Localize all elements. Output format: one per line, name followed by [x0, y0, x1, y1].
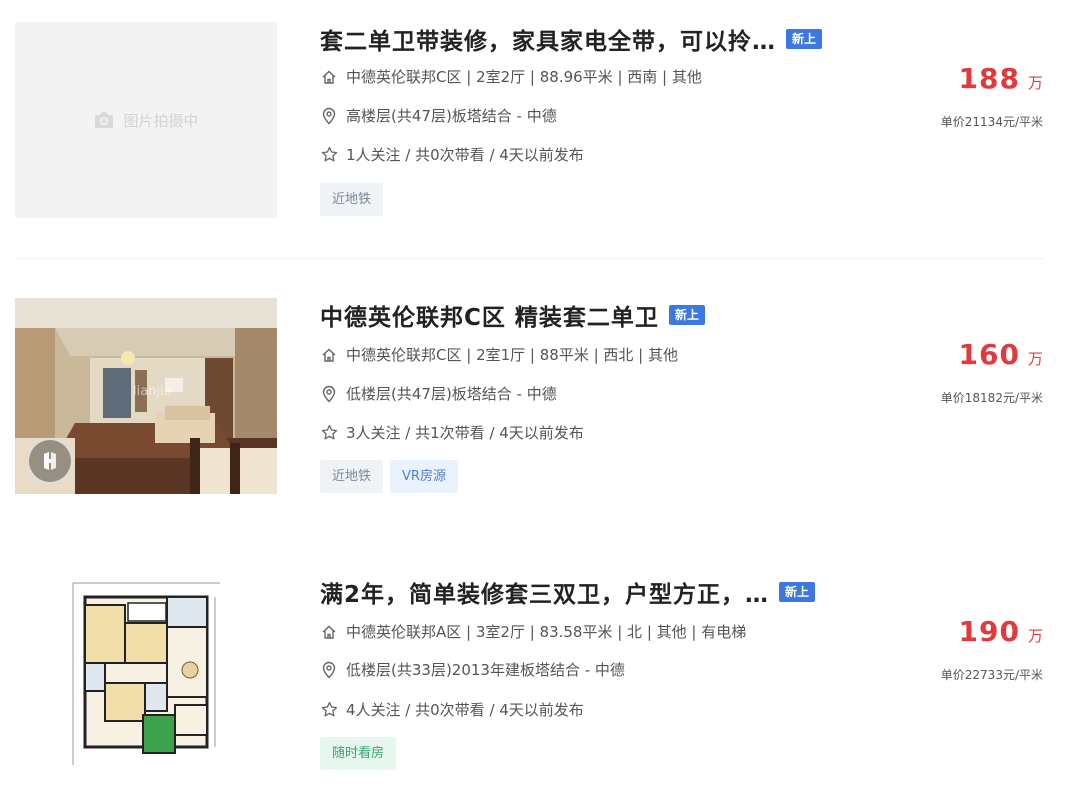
- listing-title[interactable]: 满2年，简单装修套三双卫，户型方正，…: [320, 575, 769, 609]
- follow-info: 3人关注 / 共1次带看 / 4天以前发布: [320, 422, 584, 443]
- tag-near-subway: 近地铁: [320, 183, 384, 216]
- floor-info-text: 低楼层(共47层)板塔结合 - 中德: [346, 385, 557, 403]
- price-value: 188: [958, 62, 1020, 95]
- new-badge: 新上: [779, 582, 816, 602]
- floor-info: 高楼层(共47层)板塔结合 - 中德: [320, 105, 557, 126]
- new-badge: 新上: [668, 305, 705, 325]
- listing-title[interactable]: 套二单卫带装修，家具家电全带，可以拎…: [320, 22, 776, 56]
- tag-vr-listing: VR房源: [390, 460, 458, 493]
- divider: [15, 258, 1043, 259]
- total-price: 160 万: [959, 338, 1043, 371]
- unit-price: 单价22733元/平米: [940, 668, 1043, 682]
- house-info-text[interactable]: 中德英伦联邦A区 | 3室2厅 | 83.58平米 | 北 | 其他 | 有电梯: [346, 621, 746, 642]
- tag-near-subway: 近地铁: [320, 460, 384, 493]
- listing-thumbnail[interactable]: 图片拍摄中: [15, 22, 277, 218]
- star-icon: [320, 701, 338, 719]
- house-info-text[interactable]: 中德英伦联邦C区 | 2室2厅 | 88.96平米 | 西南 | 其他: [346, 66, 702, 87]
- price-unit: 万: [1027, 627, 1043, 645]
- unit-price: 单价21134元/平米: [940, 115, 1043, 129]
- house-icon: [320, 346, 338, 364]
- follow-info-text: 1人关注 / 共0次带看 / 4天以前发布: [346, 146, 584, 164]
- tag-list: 近地铁: [320, 183, 390, 216]
- house-info-text[interactable]: 中德英伦联邦C区 | 2室1厅 | 88平米 | 西北 | 其他: [346, 344, 678, 365]
- listing-card[interactable]: 满2年，简单装修套三双卫，户型方正，… 新上 中德英伦联邦A区 | 3室2厅 |…: [0, 575, 1080, 775]
- tag-list: 近地铁 VR房源: [320, 460, 465, 493]
- price-value: 160: [958, 338, 1020, 371]
- location-pin-icon: [320, 661, 338, 679]
- house-info: 中德英伦联邦A区 | 3室2厅 | 83.58平米 | 北 | 其他 | 有电梯: [320, 621, 746, 642]
- house-icon: [320, 68, 338, 86]
- house-info: 中德英伦联邦C区 | 2室1厅 | 88平米 | 西北 | 其他: [320, 344, 678, 365]
- photo-pending-label: 图片拍摄中: [123, 111, 199, 130]
- listing-thumbnail[interactable]: [15, 575, 277, 771]
- total-price: 188 万: [959, 62, 1043, 95]
- total-price: 190 万: [959, 615, 1043, 648]
- listing-title[interactable]: 中德英伦联邦C区 精装套二单卫: [320, 298, 659, 332]
- listing-thumbnail[interactable]: lianjia: [15, 298, 277, 494]
- tag-anytime-viewing: 随时看房: [320, 737, 397, 770]
- new-badge: 新上: [786, 29, 823, 49]
- listing-card[interactable]: 图片拍摄中 套二单卫带装修，家具家电全带，可以拎… 新上 中德英伦联邦C区 | …: [0, 22, 1080, 222]
- floor-info: 低楼层(共47层)板塔结合 - 中德: [320, 383, 557, 404]
- star-icon: [320, 146, 338, 164]
- follow-info: 1人关注 / 共0次带看 / 4天以前发布: [320, 144, 584, 165]
- star-icon: [320, 424, 338, 442]
- location-pin-icon: [320, 385, 338, 403]
- follow-info-text: 3人关注 / 共1次带看 / 4天以前发布: [346, 424, 584, 442]
- price-value: 190: [958, 615, 1020, 648]
- floor-info-text: 高楼层(共47层)板塔结合 - 中德: [346, 107, 557, 125]
- vr-icon[interactable]: [27, 438, 73, 484]
- listing-card[interactable]: lianjia 中德英伦联邦C区 精装套二单卫 新上 中德英伦联邦C区 | 2室…: [0, 298, 1080, 498]
- price-unit: 万: [1027, 74, 1043, 92]
- camera-icon: [93, 111, 115, 129]
- price-unit: 万: [1027, 350, 1043, 368]
- location-pin-icon: [320, 107, 338, 125]
- unit-price: 单价18182元/平米: [940, 391, 1043, 405]
- follow-info: 4人关注 / 共0次带看 / 4天以前发布: [320, 699, 584, 720]
- house-info: 中德英伦联邦C区 | 2室2厅 | 88.96平米 | 西南 | 其他: [320, 66, 702, 87]
- floorplan-image: [15, 575, 277, 771]
- floor-info: 低楼层(共33层)2013年建板塔结合 - 中德: [320, 659, 625, 680]
- follow-info-text: 4人关注 / 共0次带看 / 4天以前发布: [346, 701, 584, 719]
- floor-info-text: 低楼层(共33层)2013年建板塔结合 - 中德: [346, 661, 625, 679]
- watermark: lianjia: [133, 384, 172, 399]
- tag-list: 随时看房: [320, 737, 403, 770]
- house-icon: [320, 623, 338, 641]
